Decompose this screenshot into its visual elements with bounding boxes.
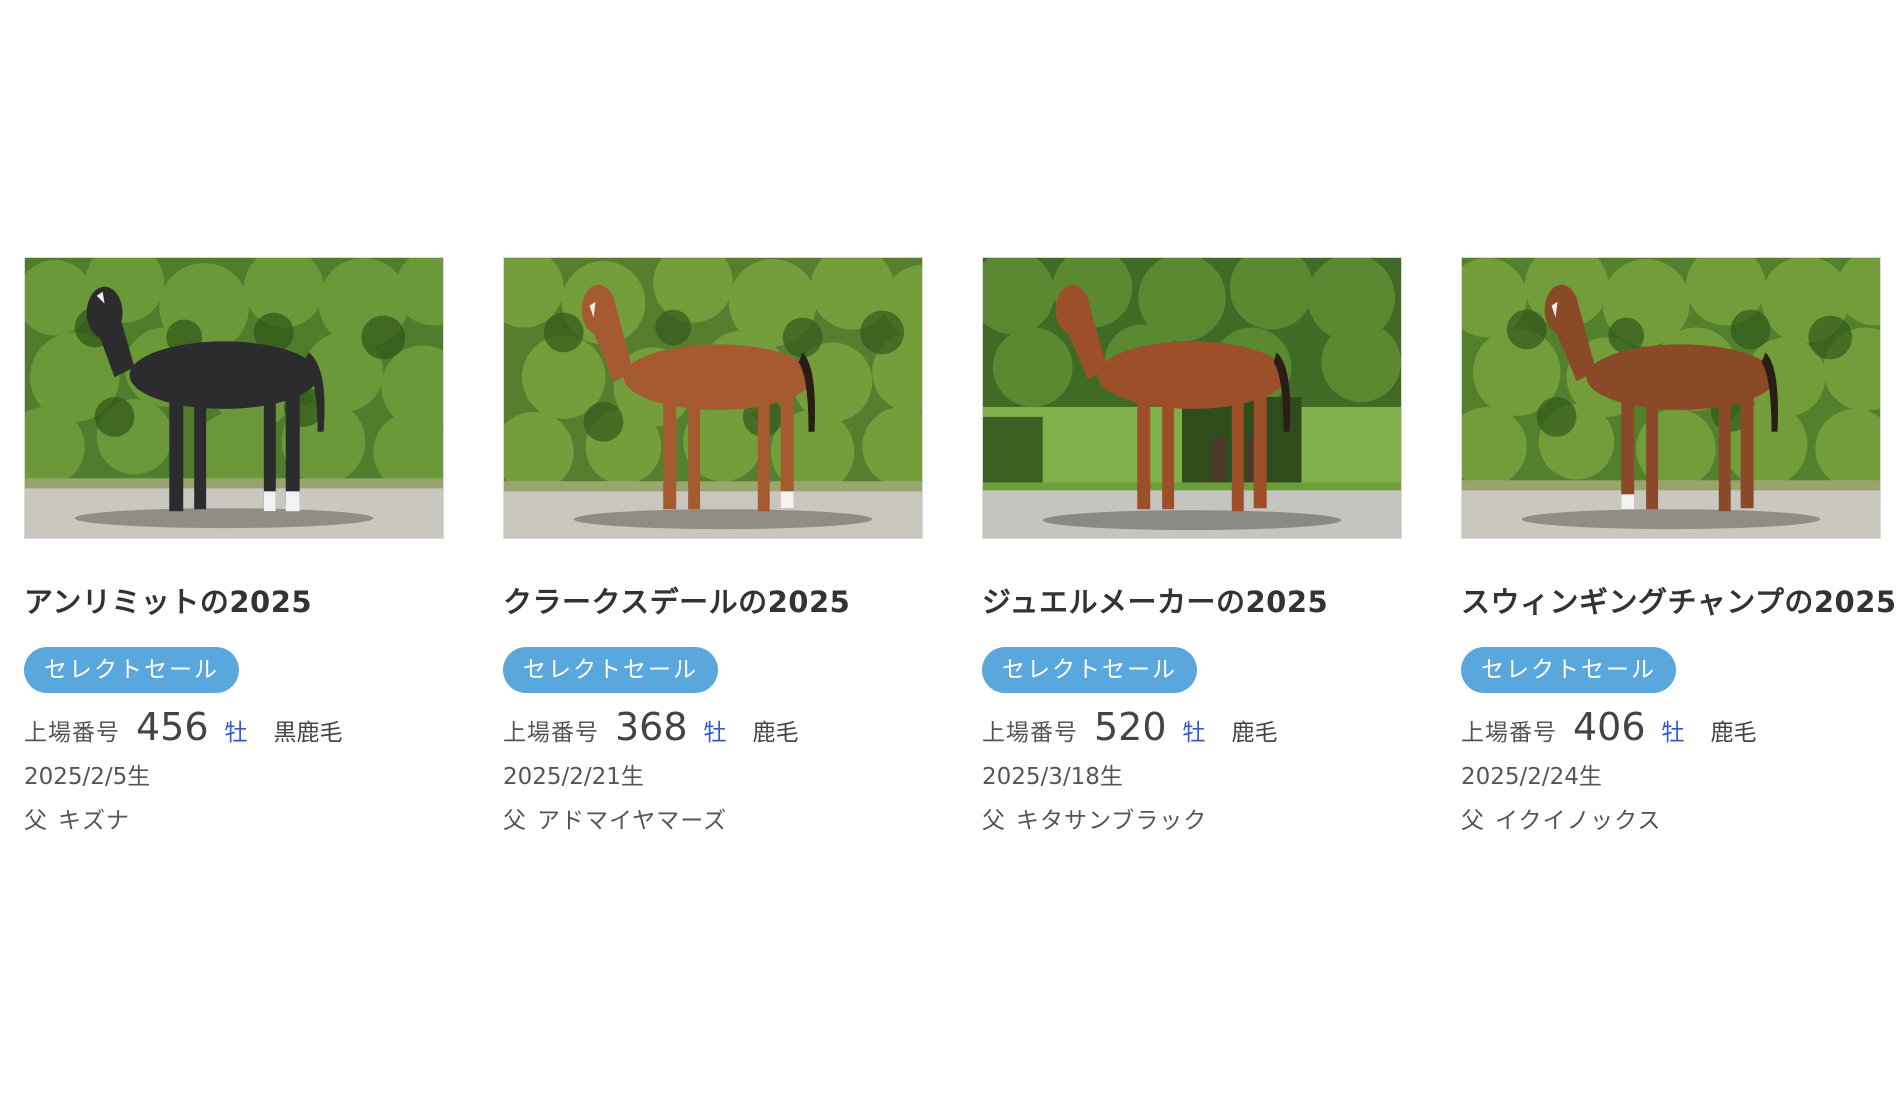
sex-label: 牡	[703, 720, 727, 746]
coat-color: 黒鹿毛	[273, 720, 343, 746]
foal-name[interactable]: クラークスデールの2025	[503, 579, 923, 621]
sire-prefix: 父	[24, 808, 48, 834]
foal-card[interactable]: アンリミットの2025 セレクトセール 上場番号 456 牡 黒鹿毛 2025/…	[24, 257, 444, 835]
lot-number: 406	[1573, 705, 1646, 749]
sire-prefix: 父	[982, 808, 1006, 834]
sale-badge: セレクトセール	[503, 647, 718, 693]
birth-date: 2025/2/21生	[503, 764, 644, 790]
foal-name[interactable]: ジュエルメーカーの2025	[982, 579, 1402, 621]
sire-name: イクイノックス	[1495, 808, 1662, 834]
foal-card[interactable]: スウィンギングチャンプの2025 セレクトセール 上場番号 406 牡 鹿毛 2…	[1461, 257, 1896, 835]
lot-label: 上場番号	[1461, 720, 1557, 746]
lot-number: 520	[1094, 705, 1167, 749]
foal-photo[interactable]	[982, 257, 1402, 539]
sire-info: 父キタサンブラック	[982, 801, 1402, 835]
foal-photo[interactable]	[1461, 257, 1881, 539]
sire-name: アドマイヤマーズ	[537, 808, 728, 834]
coat-color: 鹿毛	[1710, 720, 1757, 746]
foal-card[interactable]: ジュエルメーカーの2025 セレクトセール 上場番号 520 牡 鹿毛 2025…	[982, 257, 1402, 835]
lot-label: 上場番号	[982, 720, 1078, 746]
foal-name[interactable]: アンリミットの2025	[24, 579, 444, 621]
birth-date: 2025/3/18生	[982, 764, 1123, 790]
sire-name: キズナ	[58, 808, 130, 834]
lot-info: 上場番号 520 牡 鹿毛	[982, 705, 1402, 751]
foal-name[interactable]: スウィンギングチャンプの2025	[1461, 579, 1896, 621]
sire-info: 父アドマイヤマーズ	[503, 801, 923, 835]
sale-badge: セレクトセール	[982, 647, 1197, 693]
coat-color: 鹿毛	[1231, 720, 1278, 746]
birth-date: 2025/2/24生	[1461, 764, 1602, 790]
foal-photo-image	[504, 258, 922, 538]
foal-photo-image	[983, 258, 1401, 538]
foal-photo[interactable]	[503, 257, 923, 539]
sire-info: 父キズナ	[24, 801, 444, 835]
sale-badge: セレクトセール	[24, 647, 239, 693]
lot-label: 上場番号	[503, 720, 599, 746]
lot-number: 368	[615, 705, 688, 749]
lot-label: 上場番号	[24, 720, 120, 746]
lot-info: 上場番号 456 牡 黒鹿毛	[24, 705, 444, 751]
sire-info: 父イクイノックス	[1461, 801, 1881, 835]
sire-prefix: 父	[1461, 808, 1485, 834]
foal-photo-image	[1462, 258, 1880, 538]
foal-card[interactable]: クラークスデールの2025 セレクトセール 上場番号 368 牡 鹿毛 2025…	[503, 257, 923, 835]
sex-label: 牡	[224, 720, 248, 746]
foal-photo-image	[25, 258, 443, 538]
foal-card-grid: アンリミットの2025 セレクトセール 上場番号 456 牡 黒鹿毛 2025/…	[24, 257, 1896, 835]
sire-name: キタサンブラック	[1016, 808, 1208, 834]
sire-prefix: 父	[503, 808, 527, 834]
sale-badge: セレクトセール	[1461, 647, 1676, 693]
lot-info: 上場番号 406 牡 鹿毛	[1461, 705, 1881, 751]
sex-label: 牡	[1182, 720, 1206, 746]
birth-date: 2025/2/5生	[24, 764, 151, 790]
coat-color: 鹿毛	[752, 720, 799, 746]
lot-info: 上場番号 368 牡 鹿毛	[503, 705, 923, 751]
lot-number: 456	[136, 705, 209, 749]
sex-label: 牡	[1661, 720, 1685, 746]
foal-photo[interactable]	[24, 257, 444, 539]
